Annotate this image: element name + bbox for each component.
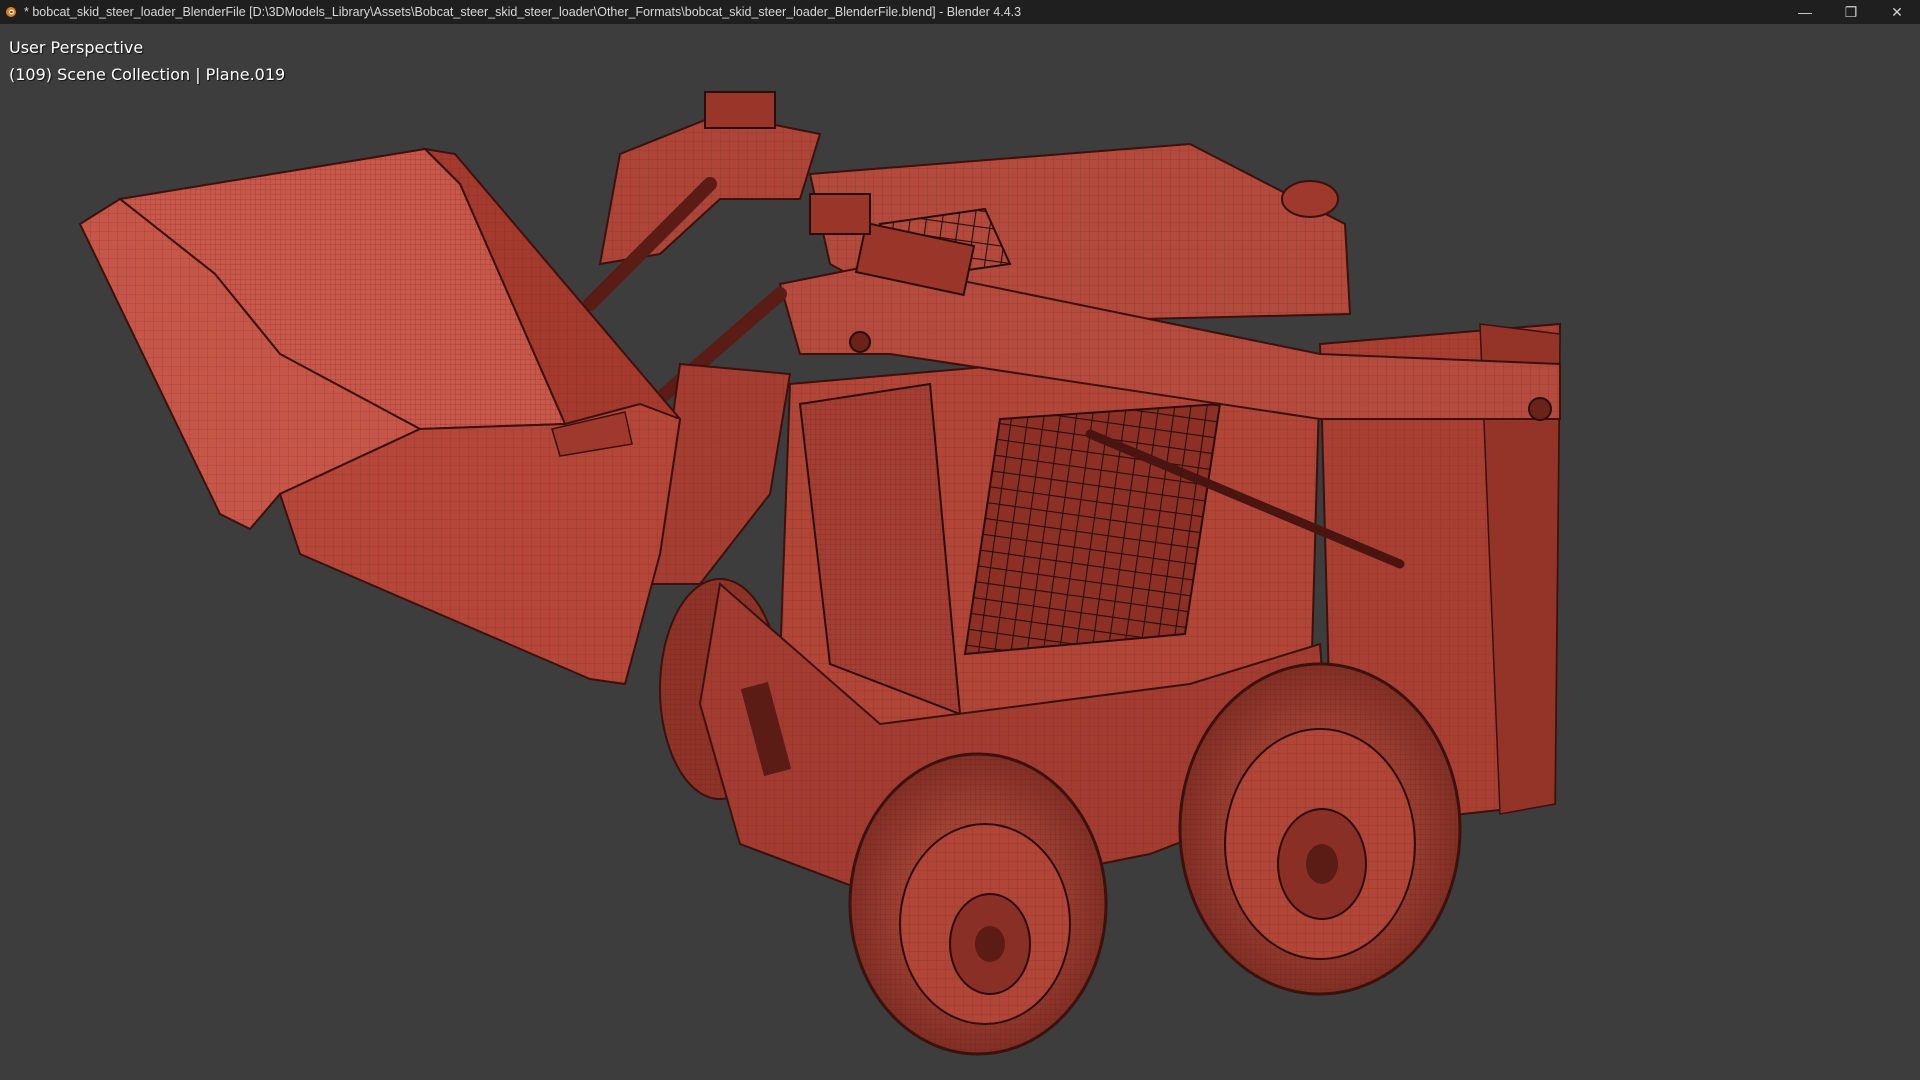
collection-info-label: (109) Scene Collection | Plane.019: [9, 65, 286, 84]
front-left-wheel: [848, 752, 1108, 1056]
window-title-bar: * bobcat_skid_steer_loader_BlenderFile […: [0, 0, 1920, 24]
minimize-button[interactable]: —: [1782, 0, 1828, 24]
rear-right-wheel: [1178, 662, 1462, 996]
restore-button[interactable]: ❐: [1828, 0, 1874, 24]
skid-steer-loader-model[interactable]: [0, 24, 1920, 1080]
view-name-label: User Perspective: [9, 38, 144, 57]
3d-viewport[interactable]: User Perspective (109) Scene Collection …: [0, 24, 1920, 1080]
bucket: [78, 147, 682, 686]
window-title: * bobcat_skid_steer_loader_BlenderFile […: [24, 5, 1022, 19]
blender-icon: [4, 5, 18, 19]
close-button[interactable]: ✕: [1874, 0, 1920, 24]
